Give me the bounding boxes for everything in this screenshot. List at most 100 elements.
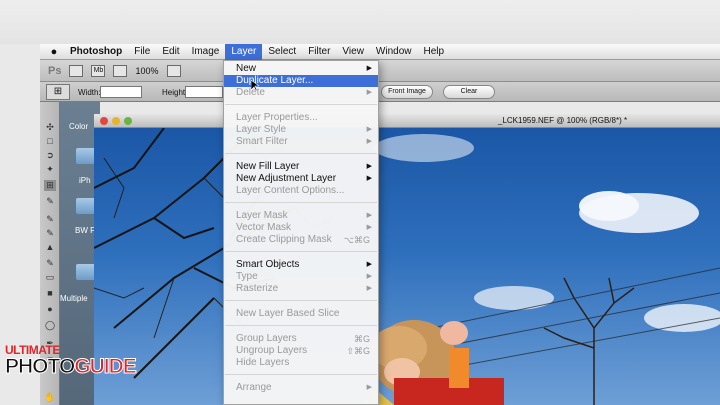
logo-guide-text: GUIDE — [74, 355, 138, 379]
launch-bridge-icon[interactable] — [69, 64, 84, 77]
menu-item-duplicate-layer[interactable]: Duplicate Layer... — [224, 75, 378, 87]
healing-brush-tool-icon[interactable]: ✎ — [44, 214, 56, 225]
menu-view[interactable]: View — [336, 44, 370, 60]
menu-item-group-layers[interactable]: Group Layers ⌘G — [224, 333, 378, 345]
document-window: _LCK1959.NEF @ 100% (RGB/8*) * — [94, 114, 720, 405]
menu-item-label: Layer Content Options... — [236, 185, 345, 196]
arrange-documents-icon[interactable] — [166, 64, 181, 77]
application-bar: Ps Mb 100% — [40, 60, 720, 82]
width-field[interactable] — [100, 86, 142, 98]
eyedropper-tool-icon[interactable]: ✎ — [44, 196, 56, 207]
front-image-button[interactable]: Front Image — [381, 85, 433, 99]
zoom-level[interactable]: 100% — [135, 66, 158, 76]
document-title: _LCK1959.NEF @ 100% (RGB/8*) * — [498, 116, 628, 125]
submenu-arrow-icon: ▶ — [366, 126, 372, 133]
menu-item-layer-properties[interactable]: Layer Properties... — [224, 112, 378, 124]
crop-tool-preset-icon[interactable]: ⊞ — [46, 84, 70, 100]
submenu-arrow-icon: ▶ — [366, 138, 372, 145]
logo-photo-text: PHOTO — [4, 355, 75, 379]
menu-separator — [225, 202, 377, 203]
options-bar: ⊞ Width: Height: Front Image Clear — [40, 82, 720, 102]
menu-item-label: Ungroup Layers — [236, 345, 308, 356]
menu-item-layer-mask[interactable]: Layer Mask ▶ — [224, 210, 378, 222]
menu-item-rasterize[interactable]: Rasterize ▶ — [224, 283, 378, 295]
menu-layer[interactable]: Layer — [225, 43, 263, 60]
menu-help[interactable]: Help — [418, 44, 451, 60]
menu-item-shortcut: ⇧⌘G — [346, 346, 370, 356]
folder-icon[interactable] — [76, 264, 96, 280]
view-extras-icon[interactable] — [113, 64, 128, 77]
menu-item-arrange[interactable]: Arrange ▶ — [224, 382, 378, 394]
folder-icon[interactable] — [76, 148, 96, 164]
marquee-tool-icon[interactable]: □ — [44, 136, 56, 147]
desktop-label-multiple: Multiple — [60, 294, 88, 303]
quick-select-tool-icon[interactable]: ✦ — [44, 164, 56, 175]
mouse-cursor-icon — [251, 80, 259, 92]
menu-item-layer-content-options[interactable]: Layer Content Options... — [224, 185, 378, 197]
menu-item-vector-mask[interactable]: Vector Mask ▶ — [224, 222, 378, 234]
menu-item-smart-objects[interactable]: Smart Objects ▶ — [224, 259, 378, 271]
menu-item-label: New Adjustment Layer — [236, 173, 337, 184]
dodge-tool-icon[interactable]: ◯ — [44, 320, 56, 331]
desktop-label-color: Color — [69, 122, 89, 131]
menu-item-delete[interactable]: Delete ▶ — [224, 87, 378, 99]
move-tool-icon[interactable]: ✣ — [44, 122, 56, 133]
blur-tool-icon[interactable]: ● — [44, 304, 56, 315]
minimize-window-icon[interactable] — [112, 117, 120, 125]
menu-item-new-adjustment-layer[interactable]: New Adjustment Layer ▶ — [224, 173, 378, 185]
menu-window[interactable]: Window — [370, 44, 418, 60]
menu-file[interactable]: File — [128, 44, 156, 60]
menu-item-label: Smart Filter — [236, 136, 288, 147]
menu-item-label: New Fill Layer — [236, 161, 300, 172]
menu-select[interactable]: Select — [262, 44, 302, 60]
menu-item-create-clipping-mask[interactable]: Create Clipping Mask ⌥⌘G — [224, 234, 378, 246]
menu-image[interactable]: Image — [186, 44, 226, 60]
ps-logo: Ps — [48, 64, 62, 77]
menu-edit[interactable]: Edit — [156, 44, 185, 60]
menu-item-hide-layers[interactable]: Hide Layers — [224, 357, 378, 369]
menu-item-new[interactable]: New ▶ — [224, 63, 378, 75]
menu-item-label: Smart Objects — [236, 259, 300, 270]
folder-icon[interactable] — [76, 198, 96, 214]
history-brush-tool-icon[interactable]: ✎ — [44, 258, 56, 269]
gradient-tool-icon[interactable]: ■ — [44, 288, 56, 299]
apple-menu-icon[interactable]: ● — [44, 46, 64, 58]
hand-tool-icon[interactable]: ✋ — [44, 392, 56, 403]
menu-item-layer-style[interactable]: Layer Style ▶ — [224, 124, 378, 136]
crop-tool-icon[interactable]: ⊞ — [44, 180, 56, 191]
menu-item-new-fill-layer[interactable]: New Fill Layer ▶ — [224, 161, 378, 173]
menu-separator — [225, 300, 377, 301]
submenu-arrow-icon: ▶ — [366, 65, 372, 72]
height-label: Height: — [162, 88, 188, 97]
lasso-tool-icon[interactable]: ➲ — [44, 150, 56, 161]
menu-app-name[interactable]: Photoshop — [64, 46, 128, 57]
menu-filter[interactable]: Filter — [302, 44, 336, 60]
zoom-window-icon[interactable] — [124, 117, 132, 125]
menu-separator — [225, 153, 377, 154]
menu-item-ungroup-layers[interactable]: Ungroup Layers ⇧⌘G — [224, 345, 378, 357]
desktop-label-iph: iPh — [79, 176, 91, 185]
menu-item-label: Group Layers — [236, 333, 297, 344]
close-window-icon[interactable] — [100, 117, 108, 125]
document-title-bar[interactable]: _LCK1959.NEF @ 100% (RGB/8*) * — [94, 114, 720, 128]
menu-item-smart-filter[interactable]: Smart Filter ▶ — [224, 136, 378, 148]
eraser-tool-icon[interactable]: ▭ — [44, 272, 56, 283]
menu-item-label: Layer Style — [236, 124, 287, 135]
submenu-arrow-icon: ▶ — [366, 285, 372, 292]
image-canvas[interactable] — [94, 128, 720, 405]
menu-item-label: Arrange — [236, 382, 272, 393]
clone-stamp-tool-icon[interactable]: ▲ — [44, 242, 56, 253]
menu-item-label: Duplicate Layer... — [236, 75, 314, 86]
clear-button[interactable]: Clear — [443, 85, 495, 99]
menu-separator — [225, 104, 377, 105]
screen-top-background — [0, 0, 720, 44]
mini-bridge-icon[interactable]: Mb — [91, 64, 106, 77]
menu-separator — [225, 251, 377, 252]
menu-item-new-layer-based-slice[interactable]: New Layer Based Slice — [224, 308, 378, 320]
logo-bottom-text: PHOTOGUIDE — [4, 355, 138, 379]
brush-tool-icon[interactable]: ✎ — [44, 228, 56, 239]
menu-item-label: Layer Properties... — [236, 112, 318, 123]
menu-item-type[interactable]: Type ▶ — [224, 271, 378, 283]
menu-separator — [225, 325, 377, 326]
height-field[interactable] — [185, 86, 223, 98]
